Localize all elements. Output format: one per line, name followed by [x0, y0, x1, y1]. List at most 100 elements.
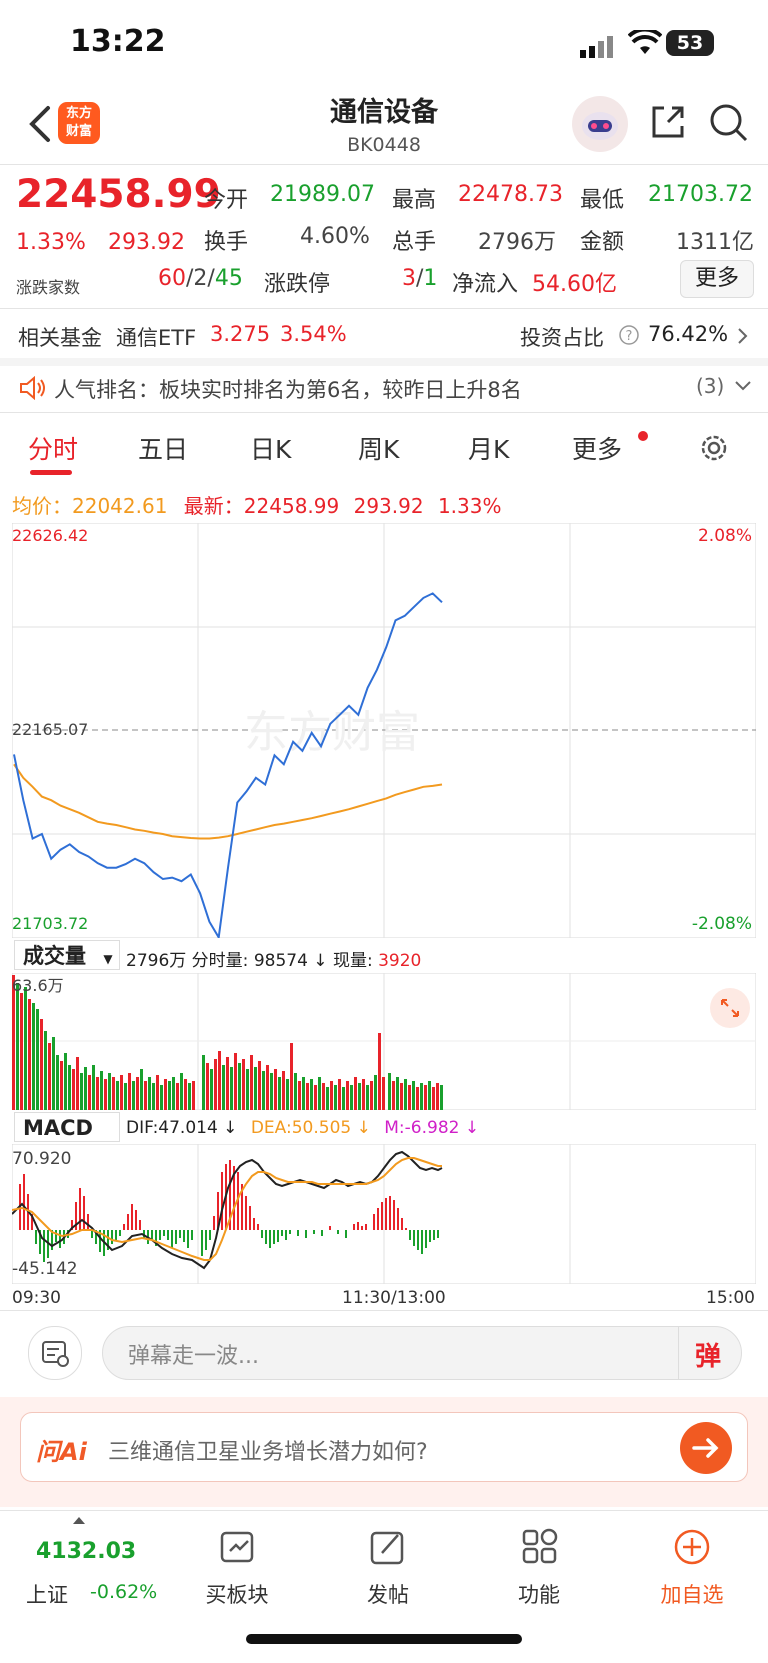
svg-text:?: ? — [626, 329, 633, 344]
tab-daily-k[interactable]: 日K — [250, 430, 291, 466]
index-value[interactable]: 4132.03 — [36, 1539, 136, 1564]
robot-assistant-icon[interactable] — [572, 96, 628, 152]
more-button[interactable]: 更多 — [680, 260, 754, 298]
invest-pct: 76.42% — [648, 322, 729, 346]
fen-value: 98574 ↓ — [253, 951, 328, 971]
danmu-settings-icon[interactable] — [28, 1326, 82, 1380]
change-percent: 1.33% — [16, 230, 86, 255]
chevron-down-icon[interactable] — [734, 380, 752, 392]
volume-max-label: 63.6万 — [12, 976, 64, 995]
volume-chart[interactable]: 63.6万 — [12, 973, 756, 1110]
high-value: 22478.73 — [458, 182, 563, 207]
nav-post[interactable]: 发帖 — [333, 1579, 443, 1609]
macd-stats: DIF:47.014 ↓ DEA:50.505 ↓ M:-6.982 ↓ — [126, 1118, 479, 1138]
divider — [0, 164, 768, 165]
amount-value: 1311亿 — [676, 230, 754, 255]
fund-label: 相关基金 — [18, 326, 102, 350]
macd-m: M:-6.982 ↓ — [384, 1118, 480, 1138]
macd-indicator-select[interactable]: MACD ▼ — [14, 1112, 120, 1168]
intraday-price-chart[interactable]: 东方财富 22626.42 22165.07 21703.72 2.08% -2… — [12, 523, 756, 938]
caret-up-icon[interactable] — [72, 1515, 86, 1525]
updown-count-label: 涨跌家数 — [16, 278, 81, 297]
tab-five-day[interactable]: 五日 — [138, 430, 188, 466]
help-icon[interactable]: ? — [618, 324, 640, 346]
turnover-label: 换手 — [204, 230, 249, 255]
time-mid: 11:30/13:00 — [342, 1288, 446, 1308]
avg-value: 22042.61 — [72, 494, 168, 518]
fund-name[interactable]: 通信ETF — [116, 322, 196, 352]
low-value: 21703.72 — [648, 182, 753, 207]
flat-count: 2 — [193, 266, 208, 291]
status-bar: 13:22 53 — [0, 0, 768, 86]
volume-value: 2796万 — [478, 230, 556, 255]
battery-indicator: 53 — [666, 30, 714, 56]
macd-chart[interactable]: 70.920 -45.142 — [12, 1144, 756, 1284]
latest-value: 22458.99 — [243, 494, 340, 518]
volume-stats: 2796万 分时量: 98574 ↓ 现量: 3920 — [126, 946, 421, 971]
macd-dif: DIF:47.014 ↓ — [126, 1118, 238, 1138]
amount-label: 金额 — [580, 230, 625, 255]
home-indicator — [246, 1634, 522, 1644]
volume-indicator-select[interactable]: 成交量 ▼ — [14, 940, 120, 970]
status-time: 13:22 — [70, 24, 166, 59]
down-count: 45 — [214, 266, 243, 291]
macd-top-label: 70.920 — [12, 1149, 71, 1169]
tab-weekly-k[interactable]: 周K — [358, 430, 399, 466]
avg-latest-line: 均价：22042.61 最新：22458.99 293.92 1.33% — [12, 490, 501, 519]
volume-select-label: 成交量 — [23, 944, 86, 968]
now-label: 现量: — [332, 951, 373, 971]
functions-grid-icon[interactable] — [520, 1527, 560, 1567]
macd-select-label: MACD — [23, 1116, 93, 1140]
y-top-label: 22626.42 — [12, 526, 88, 545]
y-mid-label: 22165.07 — [12, 720, 88, 739]
updown-count: 60/2/45 — [158, 266, 243, 291]
netflow-value: 54.60亿 — [532, 272, 617, 297]
danmu-send-button[interactable]: 弹 — [678, 1326, 743, 1380]
latest-pct: 1.33% — [437, 494, 502, 518]
netflow-label: 净流入 — [452, 272, 519, 297]
rank-count: (3) — [696, 374, 725, 398]
tab-intraday[interactable]: 分时 — [28, 430, 78, 466]
tab-more[interactable]: 更多 — [572, 430, 622, 466]
notification-dot — [638, 431, 648, 441]
current-price: 22458.99 — [16, 172, 221, 217]
limit-label: 涨跌停 — [264, 272, 331, 297]
nav-functions[interactable]: 功能 — [484, 1579, 594, 1609]
watermark: 东方财富 — [244, 707, 420, 758]
tab-monthly-k[interactable]: 月K — [468, 430, 509, 466]
add-watchlist-icon[interactable] — [672, 1527, 712, 1567]
ai-go-button[interactable] — [680, 1422, 732, 1474]
settings-gear-icon[interactable] — [698, 432, 730, 464]
macd-bottom-label: -45.142 — [12, 1259, 78, 1279]
pct-top-label: 2.08% — [698, 526, 752, 546]
now-value: 3920 — [378, 951, 422, 971]
post-edit-icon[interactable] — [368, 1527, 408, 1567]
signal-icon — [580, 36, 613, 58]
limit-down: 1 — [423, 266, 438, 291]
popularity-rank-bar[interactable]: 人气排名：板块实时排名为第6名，较昨日上升8名 (3) — [0, 362, 768, 412]
low-label: 最低 — [580, 188, 625, 213]
buy-sector-icon[interactable] — [216, 1527, 260, 1567]
time-start: 09:30 — [12, 1288, 61, 1308]
chevron-right-icon[interactable] — [736, 326, 750, 346]
wifi-icon — [628, 30, 662, 54]
time-end: 15:00 — [706, 1288, 755, 1308]
dropdown-icon: ▼ — [103, 952, 113, 966]
divider — [0, 308, 768, 309]
divider — [0, 412, 768, 413]
turnover-value: 4.60% — [300, 224, 370, 249]
nav-buy-sector[interactable]: 买板块 — [182, 1579, 292, 1609]
search-icon[interactable] — [708, 102, 750, 144]
volume-total: 2796万 — [126, 951, 187, 971]
up-count: 60 — [158, 266, 186, 291]
danmu-send-label: 弹 — [695, 1342, 722, 1372]
divider — [0, 1310, 768, 1311]
ai-question[interactable]: 三维通信卫星业务增长潜力如何? — [108, 1434, 428, 1466]
share-icon[interactable] — [648, 102, 688, 142]
latest-label: 最新： — [183, 494, 244, 518]
arrow-right-icon — [692, 1438, 719, 1458]
expand-icon[interactable] — [710, 988, 750, 1028]
change-amount: 293.92 — [108, 230, 185, 255]
open-value: 21989.07 — [270, 182, 375, 207]
nav-add-watchlist[interactable]: 加自选 — [637, 1579, 747, 1609]
